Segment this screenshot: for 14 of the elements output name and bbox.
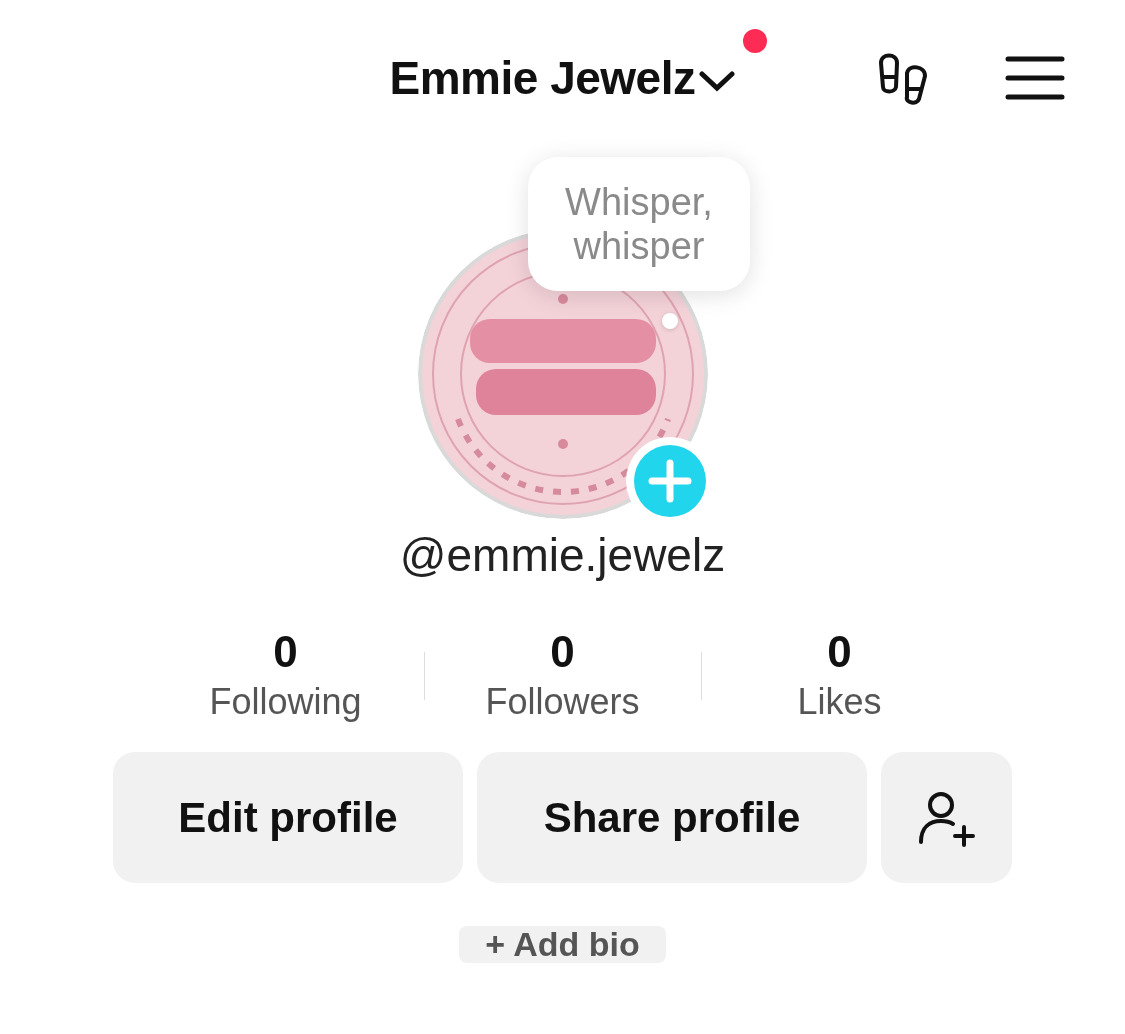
stat-count: 0 — [550, 626, 575, 678]
edit-profile-button[interactable]: Edit profile — [113, 752, 463, 883]
stat-count: 0 — [273, 626, 298, 678]
stat-label: Followers — [485, 680, 640, 724]
account-name[interactable]: Emmie Jewelz — [389, 50, 696, 105]
menu-icon[interactable] — [1005, 54, 1065, 101]
stat-label: Following — [209, 680, 362, 724]
chevron-down-icon[interactable] — [699, 68, 736, 93]
add-bio-button[interactable]: + Add bio — [459, 926, 666, 963]
add-friend-button[interactable] — [881, 752, 1012, 883]
share-profile-button[interactable]: Share profile — [477, 752, 867, 883]
stat-count: 0 — [827, 626, 852, 678]
stat-label: Likes — [797, 680, 882, 724]
username: @emmie.jewelz — [399, 529, 726, 581]
